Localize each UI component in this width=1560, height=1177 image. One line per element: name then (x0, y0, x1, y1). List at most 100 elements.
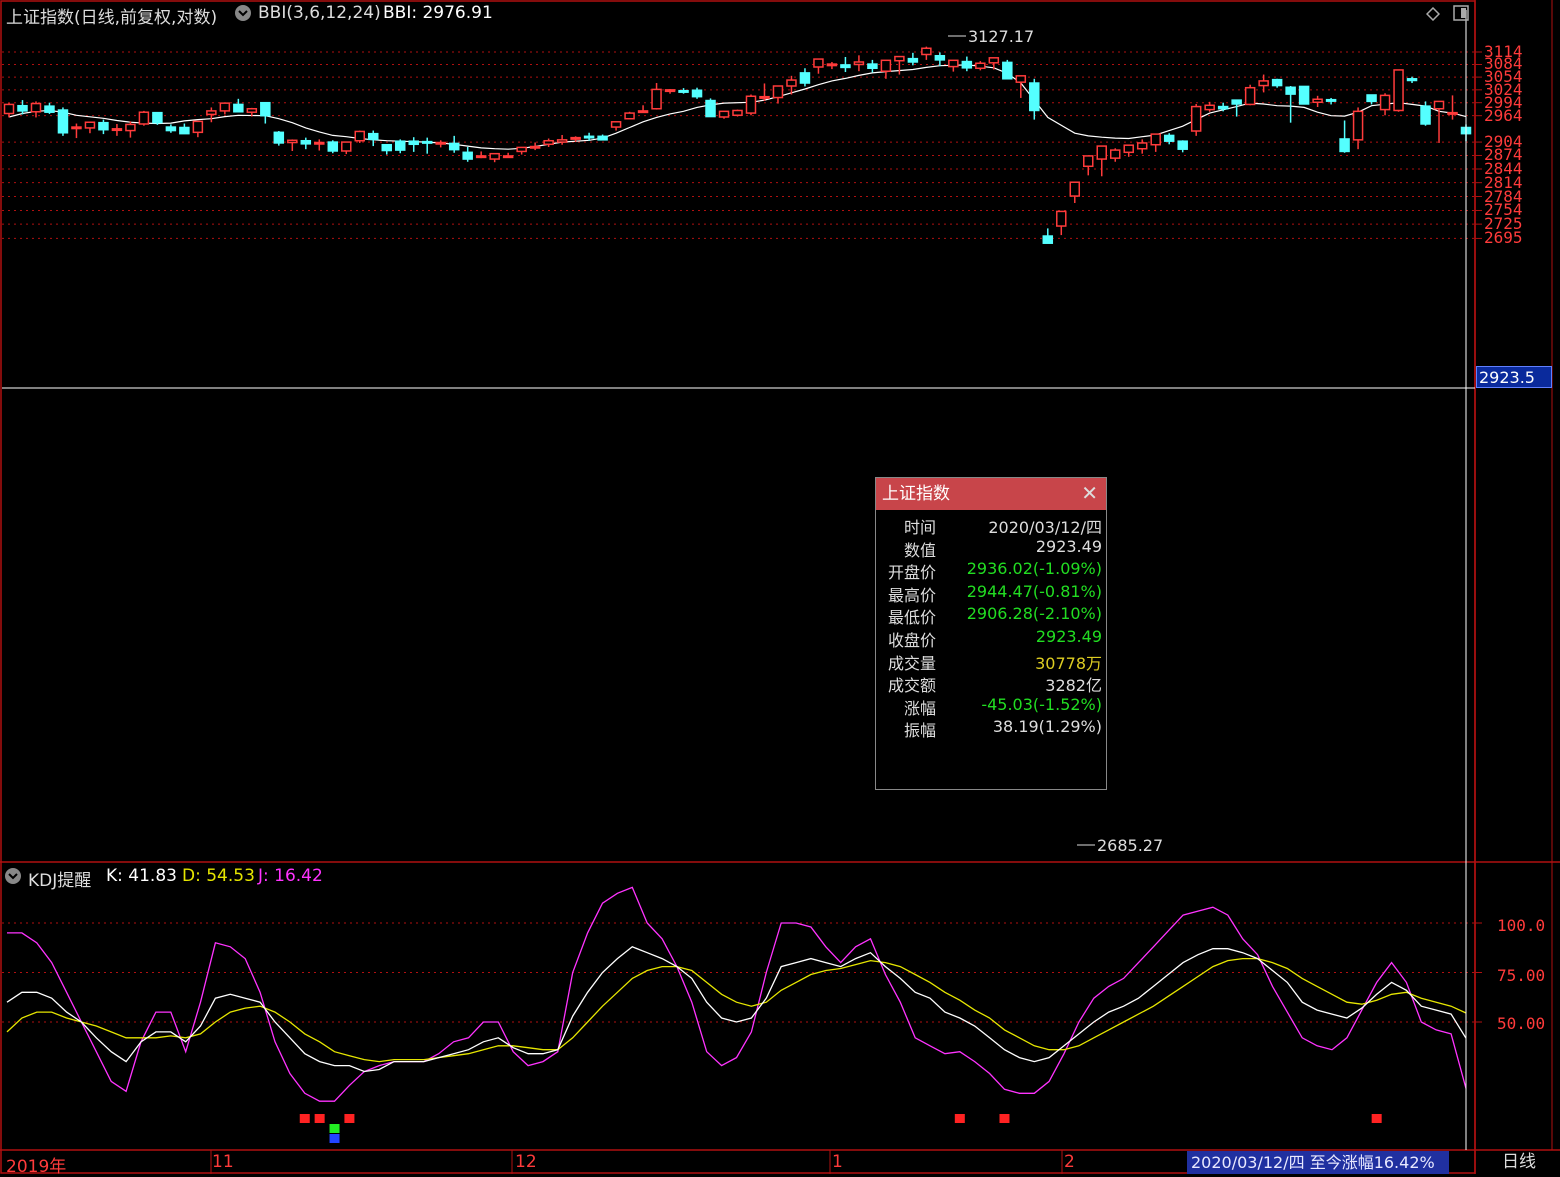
popup-row-label: 开盘价 (887, 563, 936, 583)
kdj-k-value: K: 41.83 (106, 866, 177, 886)
price-axis-label: 2964 (1484, 105, 1523, 125)
candle-body (30, 102, 42, 113)
crosshair (2, 10, 1475, 1150)
candle-body (813, 58, 824, 68)
candle-body (610, 121, 622, 128)
x-axis-label: 2 (1064, 1152, 1075, 1172)
candle-body (1029, 82, 1040, 112)
candle-body (71, 126, 82, 130)
chart-border (0, 0, 1476, 1174)
candle-body (583, 135, 595, 139)
popup-row: 最低价 2906.28(-2.10%) (876, 604, 1106, 627)
kdj-axis-label: 100.0 (1497, 916, 1546, 935)
candle-body (1177, 140, 1188, 150)
candle-body (624, 112, 635, 120)
popup-row: 数值 2923.49 (876, 537, 1106, 560)
quote-popup[interactable]: 上证指数 ✕ 时间 2020/03/12/四 数值 2923.49 开盘价 2936.02… (875, 477, 1107, 790)
candle-body (273, 131, 285, 144)
popup-row-value: 3282亿 (1045, 676, 1102, 696)
popup-row-label: 最低价 (887, 608, 936, 628)
candle-body (421, 140, 433, 144)
kdj-marker (999, 1114, 1010, 1123)
candle-body (111, 128, 123, 132)
candle-body (718, 110, 730, 118)
candle-body (867, 63, 878, 70)
kdj-d-value: D: 54.53 (182, 866, 255, 886)
candle-body (57, 109, 69, 134)
popup-row-value: 2923.49 (1035, 536, 1102, 556)
window-toggle-icon[interactable] (1453, 5, 1469, 21)
chart-canvas[interactable] (0, 0, 1560, 1174)
indicator-value: BBI: 2976.91 (383, 3, 493, 23)
popup-row-value: 2923.49 (1035, 626, 1102, 646)
candle-body (1447, 111, 1458, 115)
candle-body (1042, 235, 1054, 244)
candle-body (759, 95, 770, 99)
popup-row: 振幅 38.19(1.29%) (876, 717, 1106, 740)
popup-row-label: 数值 (903, 540, 936, 560)
candle-body (475, 155, 487, 159)
kdj-marker (344, 1114, 355, 1123)
popup-row-label: 振幅 (903, 721, 936, 741)
close-icon[interactable]: ✕ (1081, 478, 1098, 508)
popup-row: 开盘价 2936.02(-1.09%) (876, 559, 1106, 582)
current-price-box: 2923.5 (1476, 366, 1552, 388)
candle-body (98, 121, 109, 131)
popup-row-label: 成交额 (887, 676, 936, 696)
candle-body (705, 99, 716, 118)
kdj-marker (329, 1134, 340, 1143)
settings-dropdown-icon[interactable] (235, 5, 251, 21)
candle-body (260, 101, 271, 117)
candle-body (1150, 133, 1161, 146)
kdj-markers (299, 1114, 1382, 1143)
candle-body (435, 141, 446, 145)
kdj-d-line (6, 957, 1467, 1063)
candle-body (448, 142, 460, 151)
low-marker-label: 2685.27 (1097, 836, 1164, 855)
candle-body (1217, 105, 1229, 110)
candle-body (1258, 80, 1269, 87)
candle-body (152, 111, 163, 124)
kdj-j-line (7, 886, 1467, 1102)
popup-row: 最高价 2944.47(-0.81%) (876, 582, 1106, 605)
candle-body (570, 136, 581, 140)
candle-body (1136, 142, 1148, 150)
candle-body (1298, 85, 1310, 105)
candle-body (381, 143, 392, 152)
candlesticks (3, 46, 1472, 244)
candle-body (907, 57, 919, 63)
candle-body (462, 151, 473, 160)
candle-body (732, 109, 743, 117)
candle-body (691, 89, 703, 98)
candle-body (1123, 144, 1134, 154)
popup-rows: 时间 2020/03/12/四 数值 2923.49 开盘价 2936.02(-1.09%… (876, 510, 1106, 740)
candle-body (1096, 145, 1107, 160)
candle-body (826, 63, 838, 67)
diamond-icon[interactable] (1425, 6, 1441, 22)
candle-body (975, 62, 986, 70)
candle-body (1163, 134, 1175, 142)
kdj-k-line (6, 946, 1467, 1073)
candle-body (664, 89, 676, 93)
candle-body (1002, 61, 1013, 80)
candle-body (489, 152, 500, 160)
popup-row-label: 涨幅 (903, 698, 936, 718)
candle-body (840, 64, 851, 69)
candle-body (125, 123, 136, 132)
popup-row-value: 2906.28(-2.10%) (966, 604, 1102, 624)
candle-body (853, 61, 865, 66)
candle-body (880, 59, 892, 72)
candle-body (138, 111, 150, 125)
candle-body (1109, 149, 1121, 159)
candle-body (1406, 78, 1418, 82)
period-selector[interactable]: 日线 (1478, 1151, 1560, 1174)
kdj-marker (954, 1114, 965, 1123)
candle-body (948, 59, 959, 68)
popup-row-value: 30778万 (1035, 653, 1102, 673)
popup-title-bar[interactable]: 上证指数 ✕ (876, 478, 1106, 510)
candle-body (1325, 98, 1337, 102)
kdj-dropdown-icon[interactable] (5, 868, 21, 884)
popup-row-label: 成交量 (887, 653, 936, 673)
popup-row: 收盘价 2923.49 (876, 627, 1106, 650)
candle-body (745, 95, 757, 114)
